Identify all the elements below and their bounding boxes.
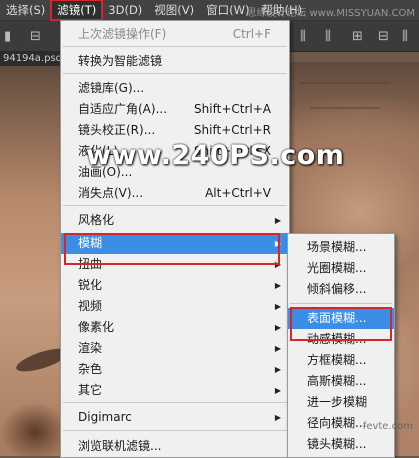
menu-item-label: 转换为智能滤镜 <box>78 54 163 68</box>
toolbar-grip-icon: ▮ <box>4 29 12 44</box>
corner-watermark: fevte.com <box>362 421 413 432</box>
filter-menu-item[interactable]: Digimarc ▶ <box>61 407 289 428</box>
filter-menu-item[interactable]: 像素化 ▶ <box>61 317 289 338</box>
menu-item-label: 像素化 <box>78 320 115 334</box>
filter-menu-item[interactable]: 锐化 ▶ <box>61 275 289 296</box>
menu-item-shortcut: Alt+Ctrl+V <box>205 186 271 200</box>
menu-item-label: 倾斜偏移... <box>307 282 367 296</box>
filter-menu-item[interactable]: 其它 ▶ <box>61 380 289 401</box>
menu-item-shortcut: Shift+Ctrl+A <box>194 102 271 116</box>
submenu-arrow-icon: ▶ <box>274 302 281 311</box>
menu-item-label: 其它 <box>78 383 103 397</box>
submenu-arrow-icon: ▶ <box>274 344 281 353</box>
submenu-arrow-icon: ▶ <box>274 413 281 422</box>
menu-3d[interactable]: 3D(D) <box>102 0 148 20</box>
site-watermark: 思缘设计论坛 www.MISSYUAN.COM <box>246 8 415 19</box>
menu-view[interactable]: 视图(V) <box>148 0 200 20</box>
menu-item-label: 视频 <box>78 299 103 313</box>
menu-item-shortcut: Ctrl+F <box>232 27 271 41</box>
menu-item-label: 上次滤镜操作(F) <box>78 27 167 41</box>
skin-texture <box>300 82 390 84</box>
menu-item-label: 镜头模糊... <box>307 437 367 451</box>
filter-menu-item[interactable]: 浏览联机滤镜... <box>61 436 289 457</box>
skin-texture <box>310 107 380 109</box>
blur-submenu-item[interactable]: 光圈模糊... <box>288 258 394 279</box>
distribute-icon[interactable]: ⫼ <box>325 29 331 44</box>
submenu-arrow-icon: ▶ <box>274 281 281 290</box>
submenu-arrow-icon: ▶ <box>274 216 281 225</box>
menu-select[interactable]: 选择(S) <box>0 0 51 20</box>
submenu-arrow-icon: ▶ <box>274 323 281 332</box>
filter-menu-item[interactable]: 滤镜库(G)... <box>61 78 289 99</box>
menu-item-label: 镜头校正(R)... <box>78 123 156 137</box>
filter-menu-item[interactable]: 渲染 ▶ <box>61 338 289 359</box>
menu-item-label: Digimarc <box>78 410 132 424</box>
menu-item-label: 光圈模糊... <box>307 261 367 275</box>
filter-menu-item[interactable]: 杂色 ▶ <box>61 359 289 380</box>
filter-menu-item[interactable]: 转换为智能滤镜 <box>61 51 289 72</box>
distribute-icon[interactable]: ⫼ <box>300 29 306 44</box>
menu-item-shortcut: Shift+Ctrl+R <box>193 123 271 137</box>
menu-filter[interactable]: 滤镜(T) <box>50 0 104 21</box>
menu-item-label: 自适应广角(A)... <box>78 102 168 116</box>
filter-menu-item[interactable]: 自适应广角(A)... Shift+Ctrl+A <box>61 99 289 120</box>
menu-item-label: 滤镜库(G)... <box>78 81 145 95</box>
menu-item-label: 浏览联机滤镜... <box>78 439 162 453</box>
menu-item-label: 进一步模糊 <box>307 395 368 409</box>
menu-item-label: 方框模糊... <box>307 353 367 367</box>
blur-submenu-item[interactable]: 方框模糊... <box>288 350 394 371</box>
menu-item-label: 径向模糊... <box>307 416 367 430</box>
blur-highlight-annotation <box>64 233 280 265</box>
menu-item-label: 高斯模糊... <box>307 374 367 388</box>
surface-blur-annotation <box>290 307 392 341</box>
blur-submenu-item[interactable]: 进一步模糊 <box>288 392 394 413</box>
menu-separator <box>63 73 287 74</box>
submenu-arrow-icon: ▶ <box>274 386 281 395</box>
menu-item-label: 场景模糊... <box>307 240 367 254</box>
menu-item-label: 杂色 <box>78 362 103 376</box>
filter-menu-item[interactable]: 视频 ▶ <box>61 296 289 317</box>
align-icon[interactable]: ⊟ <box>378 29 389 44</box>
menu-item-label: 渲染 <box>78 341 103 355</box>
menu-separator <box>63 430 287 431</box>
blur-submenu-item[interactable]: 场景模糊... <box>288 237 394 258</box>
menu-item-label: 风格化 <box>78 213 115 227</box>
menu-item-label: 消失点(V)... <box>78 186 144 200</box>
document-tab[interactable]: 94194a.psd <box>0 52 63 66</box>
site-overlay-text: www.240PS.com <box>86 140 345 171</box>
submenu-arrow-icon: ▶ <box>274 365 281 374</box>
menu-separator <box>63 46 287 47</box>
filter-menu-item[interactable]: 风格化 ▶ <box>61 210 289 231</box>
blur-submenu-item[interactable]: 镜头模糊... <box>288 434 394 455</box>
align-icon[interactable]: ⫼ <box>402 29 408 44</box>
filter-menu-item[interactable]: 上次滤镜操作(F) Ctrl+F <box>61 24 289 45</box>
filter-menu-item[interactable]: 镜头校正(R)... Shift+Ctrl+R <box>61 120 289 141</box>
align-icon[interactable]: ⊞ <box>352 29 363 44</box>
blur-submenu-item[interactable]: 倾斜偏移... <box>288 279 394 300</box>
blur-submenu-item[interactable]: 高斯模糊... <box>288 371 394 392</box>
align-icon[interactable]: ⊟ <box>30 29 41 44</box>
menu-separator <box>63 402 287 403</box>
menu-separator <box>290 303 392 304</box>
menu-item-label: 锐化 <box>78 278 103 292</box>
menu-separator <box>63 205 287 206</box>
filter-menu-item[interactable]: 消失点(V)... Alt+Ctrl+V <box>61 183 289 204</box>
